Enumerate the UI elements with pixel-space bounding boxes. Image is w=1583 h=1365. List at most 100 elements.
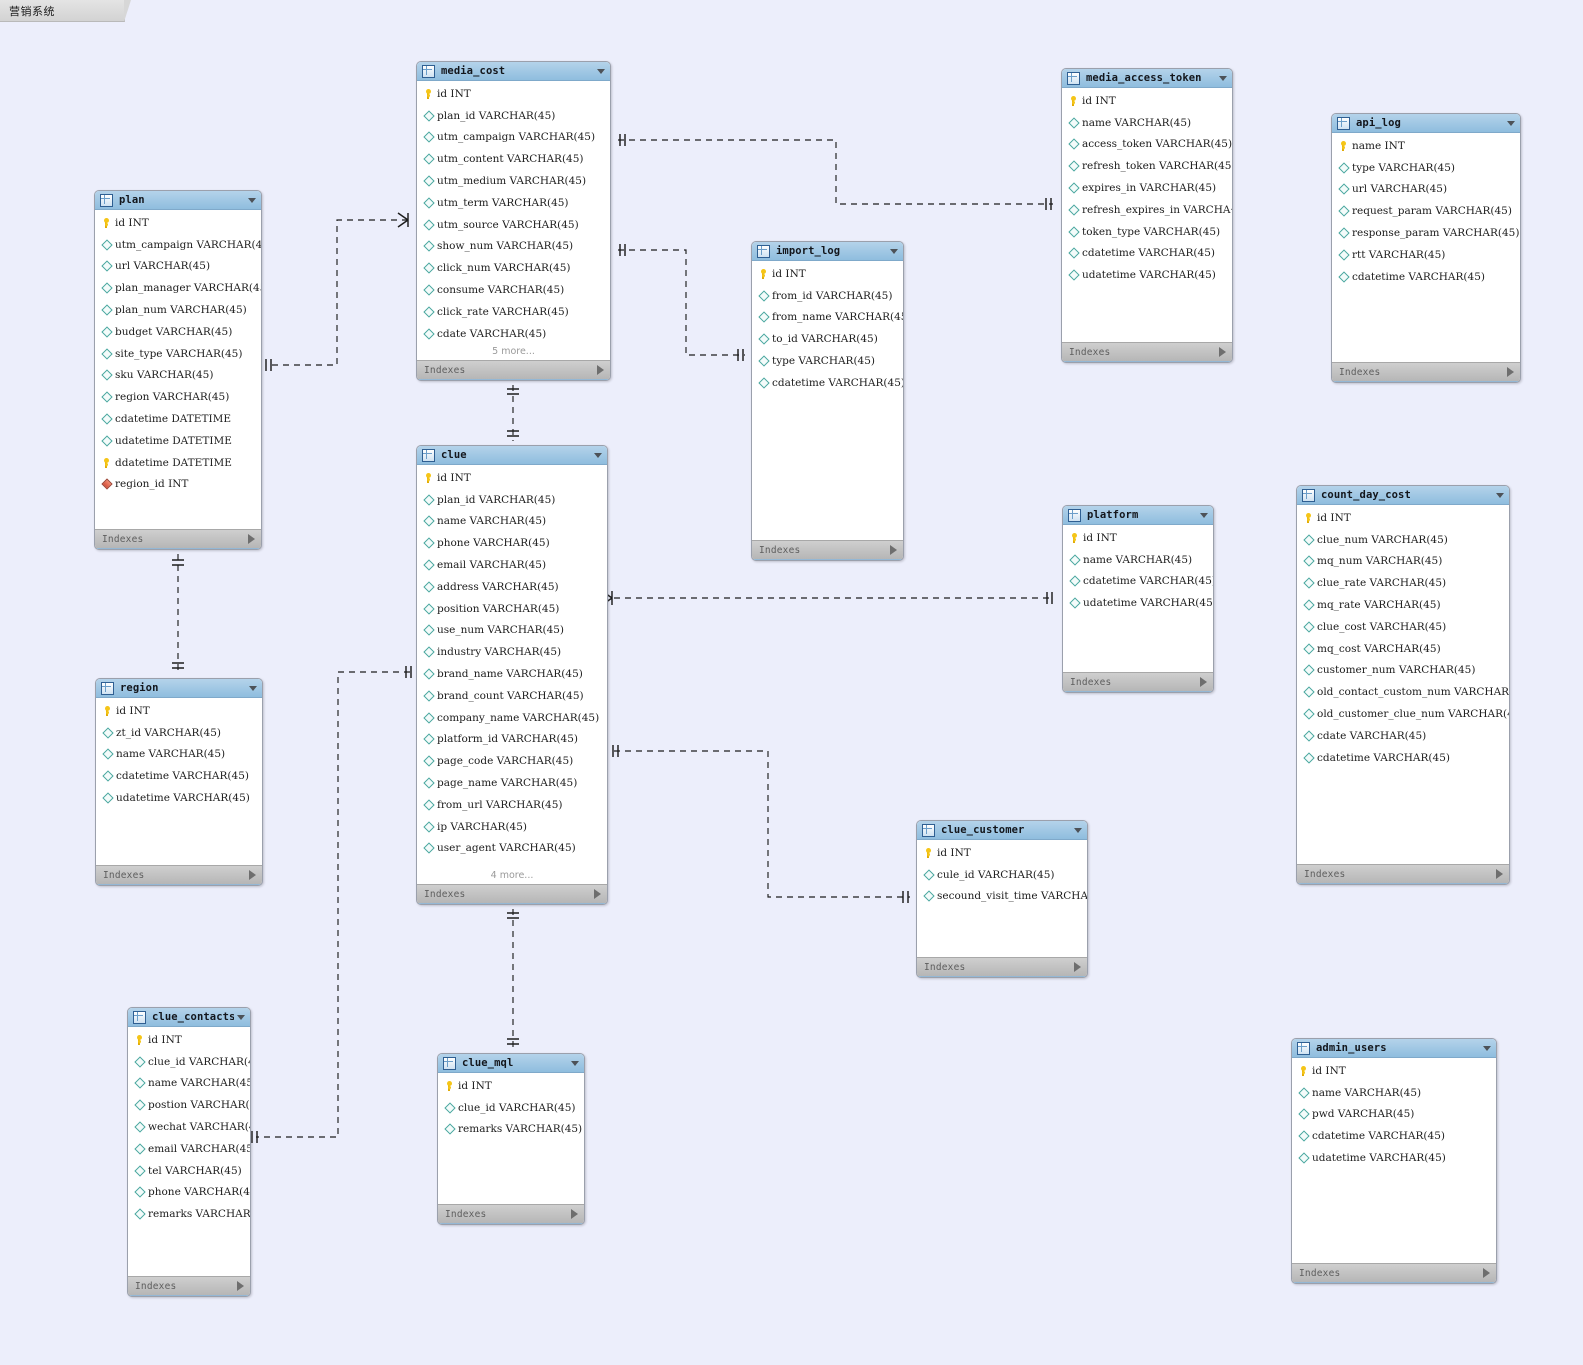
column-row[interactable]: url VARCHAR(45) bbox=[95, 256, 261, 278]
column-row[interactable]: id INT bbox=[1297, 507, 1509, 529]
chevron-down-icon[interactable] bbox=[1219, 74, 1228, 83]
column-row[interactable]: remarks VARCHAR(45) bbox=[438, 1119, 584, 1141]
table-media_access_token[interactable]: media_access_token id INT name VARCHAR(45)… bbox=[1061, 68, 1233, 363]
table-count_day_cost[interactable]: count_day_costid INT clue_num VARCHAR(45)… bbox=[1296, 485, 1510, 885]
column-row[interactable]: utm_medium VARCHAR(45) bbox=[417, 170, 610, 192]
column-row[interactable]: click_rate VARCHAR(45) bbox=[417, 301, 610, 323]
column-row[interactable]: use_num VARCHAR(45) bbox=[417, 620, 607, 642]
column-row[interactable]: clue_num VARCHAR(45) bbox=[1297, 529, 1509, 551]
column-row[interactable]: show_num VARCHAR(45) bbox=[417, 236, 610, 258]
column-row[interactable]: id INT bbox=[917, 842, 1087, 864]
table-header-platform[interactable]: platform bbox=[1063, 506, 1213, 525]
column-row[interactable]: cdatetime VARCHAR(45) bbox=[1063, 571, 1213, 593]
table-header-clue_mql[interactable]: clue_mql bbox=[438, 1054, 584, 1073]
table-admin_users[interactable]: admin_usersid INT name VARCHAR(45) pwd VAR… bbox=[1291, 1038, 1497, 1284]
indexes-section-api_log[interactable]: Indexes bbox=[1332, 362, 1520, 381]
column-row[interactable]: from_id VARCHAR(45) bbox=[752, 285, 903, 307]
column-row[interactable]: clue_id VARCHAR(45) bbox=[128, 1051, 250, 1073]
column-row[interactable]: old_customer_clue_num VARCHAR(45) bbox=[1297, 703, 1509, 725]
column-row[interactable]: ip VARCHAR(45) bbox=[417, 816, 607, 838]
column-row[interactable]: utm_term VARCHAR(45) bbox=[417, 192, 610, 214]
column-row[interactable]: click_num VARCHAR(45) bbox=[417, 257, 610, 279]
expand-arrow-icon[interactable] bbox=[1483, 1268, 1490, 1278]
column-row[interactable]: region_id INT bbox=[95, 474, 261, 496]
relationship-plan-media_cost[interactable] bbox=[265, 212, 409, 371]
column-row[interactable]: clue_cost VARCHAR(45) bbox=[1297, 616, 1509, 638]
column-row[interactable]: id INT bbox=[96, 700, 262, 722]
chevron-down-icon[interactable] bbox=[1496, 491, 1505, 500]
expand-arrow-icon[interactable] bbox=[1219, 347, 1226, 357]
chevron-down-icon[interactable] bbox=[1200, 511, 1209, 520]
column-row[interactable]: request_param VARCHAR(45) bbox=[1332, 200, 1520, 222]
column-row[interactable]: cdate VARCHAR(45) bbox=[1297, 725, 1509, 747]
more-columns-label[interactable]: 5 more... bbox=[417, 345, 610, 360]
column-row[interactable]: rtt VARCHAR(45) bbox=[1332, 244, 1520, 266]
table-header-count_day_cost[interactable]: count_day_cost bbox=[1297, 486, 1509, 505]
column-row[interactable]: consume VARCHAR(45) bbox=[417, 279, 610, 301]
column-row[interactable]: id INT bbox=[1292, 1060, 1496, 1082]
table-api_log[interactable]: api_log name INT type VARCHAR(45) url VARCH… bbox=[1331, 113, 1521, 383]
chevron-down-icon[interactable] bbox=[597, 67, 606, 76]
column-row[interactable]: tel VARCHAR(45) bbox=[128, 1160, 250, 1182]
column-row[interactable]: expires_in VARCHAR(45) bbox=[1062, 177, 1232, 199]
relationship-media_cost-media_access_token[interactable] bbox=[618, 134, 1053, 210]
column-row[interactable]: sku VARCHAR(45) bbox=[95, 365, 261, 387]
column-row[interactable]: pwd VARCHAR(45) bbox=[1292, 1104, 1496, 1126]
table-region[interactable]: region id INT zt_id VARCHAR(45) name VARCHA… bbox=[95, 678, 263, 886]
column-row[interactable]: response_param VARCHAR(45) bbox=[1332, 222, 1520, 244]
column-row[interactable]: id INT bbox=[1062, 90, 1232, 112]
column-row[interactable]: name VARCHAR(45) bbox=[128, 1073, 250, 1095]
column-row[interactable]: clue_id VARCHAR(45) bbox=[438, 1097, 584, 1119]
table-header-import_log[interactable]: import_log bbox=[752, 242, 903, 261]
indexes-section-clue[interactable]: Indexes bbox=[417, 884, 607, 903]
column-row[interactable]: cdate VARCHAR(45) bbox=[417, 323, 610, 345]
column-row[interactable]: customer_num VARCHAR(45) bbox=[1297, 660, 1509, 682]
column-row[interactable]: utm_campaign VARCHAR(45) bbox=[417, 127, 610, 149]
column-row[interactable]: name VARCHAR(45) bbox=[1292, 1082, 1496, 1104]
column-row[interactable]: utm_source VARCHAR(45) bbox=[417, 214, 610, 236]
column-row[interactable]: id INT bbox=[417, 467, 607, 489]
table-plan[interactable]: plan id INT utm_campaign VARCHAR(45) url VA… bbox=[94, 190, 262, 550]
column-row[interactable]: name INT bbox=[1332, 135, 1520, 157]
column-row[interactable]: from_url VARCHAR(45) bbox=[417, 794, 607, 816]
column-row[interactable]: utm_campaign VARCHAR(45) bbox=[95, 234, 261, 256]
table-clue[interactable]: clue id INT plan_id VARCHAR(45) name VARCHA… bbox=[416, 445, 608, 905]
column-row[interactable]: user_agent VARCHAR(45) bbox=[417, 838, 607, 860]
expand-arrow-icon[interactable] bbox=[1507, 367, 1514, 377]
column-row[interactable]: to_id VARCHAR(45) bbox=[752, 328, 903, 350]
column-row[interactable]: position VARCHAR(45) bbox=[417, 598, 607, 620]
table-header-api_log[interactable]: api_log bbox=[1332, 114, 1520, 133]
chevron-down-icon[interactable] bbox=[1507, 119, 1516, 128]
column-row[interactable]: remarks VARCHAR(45) bbox=[128, 1203, 250, 1225]
column-row[interactable]: udatetime VARCHAR(45) bbox=[1292, 1147, 1496, 1169]
column-row[interactable]: plan_id VARCHAR(45) bbox=[417, 489, 607, 511]
table-header-media_cost[interactable]: media_cost bbox=[417, 62, 610, 81]
indexes-section-plan[interactable]: Indexes bbox=[95, 529, 261, 548]
column-row[interactable]: id INT bbox=[438, 1075, 584, 1097]
column-row[interactable]: token_type VARCHAR(45) bbox=[1062, 221, 1232, 243]
column-row[interactable]: plan_num VARCHAR(45) bbox=[95, 299, 261, 321]
column-row[interactable]: name VARCHAR(45) bbox=[417, 511, 607, 533]
column-row[interactable]: email VARCHAR(45) bbox=[417, 554, 607, 576]
column-row[interactable]: udatetime VARCHAR(45) bbox=[96, 787, 262, 809]
indexes-section-media_cost[interactable]: Indexes bbox=[417, 360, 610, 379]
column-row[interactable]: mq_rate VARCHAR(45) bbox=[1297, 594, 1509, 616]
column-row[interactable]: mq_num VARCHAR(45) bbox=[1297, 551, 1509, 573]
column-row[interactable]: id INT bbox=[417, 83, 610, 105]
column-row[interactable]: plan_manager VARCHAR(45) bbox=[95, 277, 261, 299]
column-row[interactable]: from_name VARCHAR(45) bbox=[752, 307, 903, 329]
table-header-admin_users[interactable]: admin_users bbox=[1292, 1039, 1496, 1058]
column-row[interactable]: wechat VARCHAR(45) bbox=[128, 1116, 250, 1138]
column-row[interactable]: plan_id VARCHAR(45) bbox=[417, 105, 610, 127]
relationship-plan-region[interactable] bbox=[172, 554, 184, 673]
table-clue_contacts[interactable]: clue_contactsid INT clue_id VARCHAR(45) na… bbox=[127, 1007, 251, 1297]
indexes-section-clue_contacts[interactable]: Indexes bbox=[128, 1276, 250, 1295]
expand-arrow-icon[interactable] bbox=[571, 1209, 578, 1219]
chevron-down-icon[interactable] bbox=[237, 1013, 246, 1022]
column-row[interactable]: name VARCHAR(45) bbox=[1063, 549, 1213, 571]
table-clue_customer[interactable]: clue_customer id INT cule_id VARCHAR(45) se… bbox=[916, 820, 1088, 978]
eer-diagram-canvas[interactable]: plan id INT utm_campaign VARCHAR(45) url VA… bbox=[0, 27, 1583, 1365]
table-clue_mql[interactable]: clue_mqlid INT clue_id VARCHAR(45) remarks… bbox=[437, 1053, 585, 1225]
expand-arrow-icon[interactable] bbox=[248, 534, 255, 544]
relationship-clue-clue_mql[interactable] bbox=[507, 909, 519, 1049]
